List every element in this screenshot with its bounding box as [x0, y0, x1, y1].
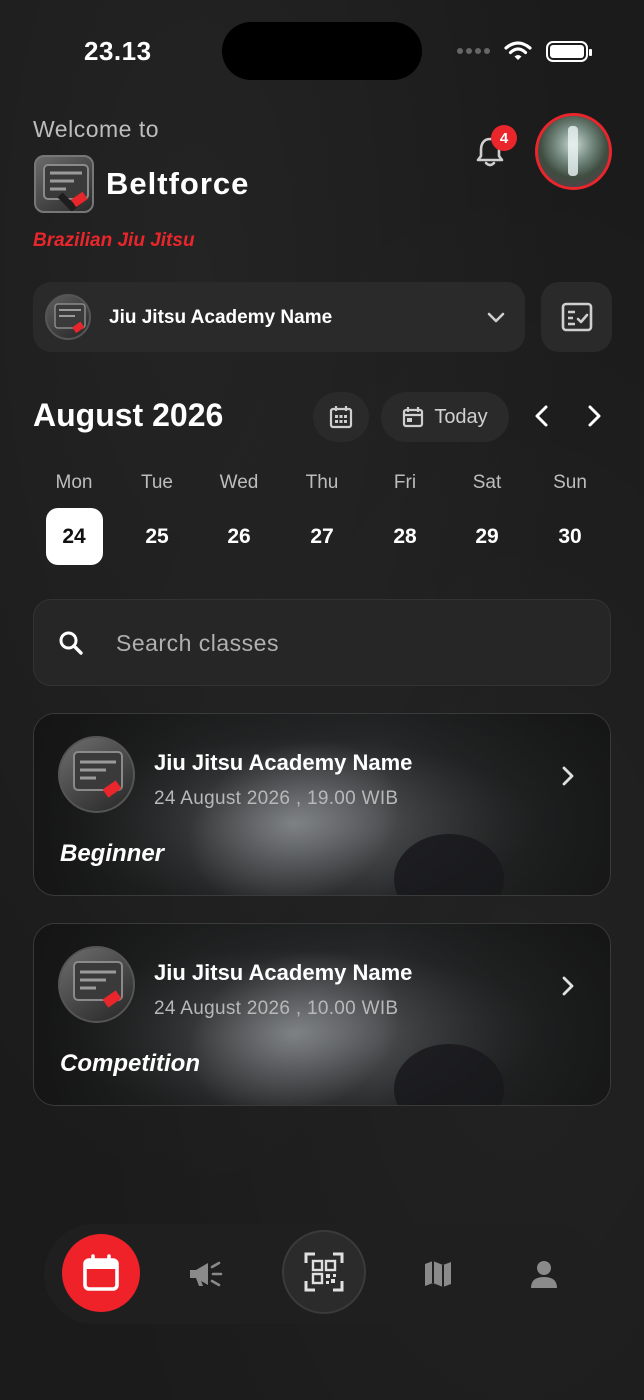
tab-announcements[interactable] [184, 1252, 228, 1296]
search-icon [59, 631, 83, 655]
day-number: 30 [558, 524, 582, 548]
week-strip: Mon 24 Tue 25 Wed 26 Thu 27 Fri 28 Sat 2… [32, 470, 612, 570]
dynamic-island [222, 22, 422, 80]
qr-scan-icon [304, 1252, 344, 1292]
day-fri[interactable]: Fri 28 [375, 470, 435, 565]
signal-icon [457, 48, 490, 54]
tab-calendar[interactable] [62, 1234, 140, 1312]
chevron-right-icon[interactable] [580, 402, 608, 430]
academy-select-label: Jiu Jitsu Academy Name [109, 307, 333, 328]
chevron-right-icon [562, 766, 574, 786]
academy-logo-icon [58, 946, 135, 1023]
day-number: 26 [227, 524, 251, 548]
academy-logo-icon [58, 736, 135, 813]
class-academy-name: Jiu Jitsu Academy Name [154, 750, 413, 775]
class-card[interactable]: Jiu Jitsu Academy Name 24 August 2026 , … [33, 713, 611, 896]
app-screen: 23.13 Welcome to Beltforce Brazilian Jiu… [0, 0, 644, 1400]
megaphone-icon [190, 1261, 223, 1287]
day-number: 24 [45, 508, 103, 565]
search-bar[interactable] [33, 599, 611, 687]
calendar-grid-icon [329, 406, 353, 429]
class-datetime: 24 August 2026 , 10.00 WIB [154, 998, 399, 1019]
class-academy-name: Jiu Jitsu Academy Name [154, 960, 413, 985]
bottom-tab-bar [44, 1224, 600, 1324]
day-name: Mon [55, 472, 93, 493]
day-name: Wed [219, 472, 259, 493]
day-number: 25 [145, 524, 169, 548]
chevron-left-icon[interactable] [528, 402, 556, 430]
chevron-right-icon [562, 976, 574, 996]
day-number: 27 [310, 524, 334, 548]
avatar[interactable] [535, 113, 612, 190]
academy-logo-icon [45, 294, 91, 340]
status-icons [457, 40, 592, 62]
class-level: Competition [60, 1050, 200, 1077]
brand-logo [34, 155, 94, 213]
today-button[interactable]: Today [381, 392, 509, 442]
profile-icon [531, 1261, 557, 1288]
tab-qr-scan[interactable] [282, 1230, 366, 1314]
calendar-today-icon [403, 407, 424, 428]
calendar-picker-button[interactable] [313, 392, 369, 442]
belt-logo-icon [43, 164, 89, 211]
day-name: Tue [140, 472, 174, 493]
day-number: 29 [475, 524, 499, 548]
brand-subtitle: Brazilian Jiu Jitsu [33, 230, 195, 251]
calendar-icon [83, 1254, 119, 1291]
checklist-button[interactable] [541, 282, 612, 352]
search-input[interactable] [116, 600, 586, 687]
checklist-icon [561, 302, 592, 332]
day-sun[interactable]: Sun 30 [540, 470, 600, 565]
day-name: Sat [472, 472, 502, 493]
day-sat[interactable]: Sat 29 [457, 470, 517, 565]
class-card[interactable]: Jiu Jitsu Academy Name 24 August 2026 , … [33, 923, 611, 1106]
day-number: 28 [393, 524, 417, 548]
academy-select[interactable]: Jiu Jitsu Academy Name [33, 282, 525, 352]
tab-profile[interactable] [522, 1252, 566, 1296]
battery-icon [546, 40, 592, 62]
notification-badge: 4 [491, 125, 517, 151]
day-mon[interactable]: Mon 24 [44, 470, 104, 565]
day-name: Sun [553, 472, 587, 493]
day-tue[interactable]: Tue 25 [127, 470, 187, 565]
day-wed[interactable]: Wed 26 [209, 470, 269, 565]
month-title: August 2026 [33, 397, 224, 433]
wifi-icon [504, 41, 532, 60]
brand-name: Beltforce [106, 166, 250, 201]
today-label: Today [434, 405, 488, 428]
tab-map[interactable] [416, 1252, 460, 1296]
welcome-text: Welcome to [33, 116, 160, 142]
day-thu[interactable]: Thu 27 [292, 470, 352, 565]
status-time: 23.13 [84, 36, 152, 66]
day-name: Fri [393, 472, 417, 493]
chevron-down-icon [487, 312, 505, 323]
map-icon [425, 1261, 451, 1287]
day-name: Thu [305, 472, 339, 493]
class-level: Beginner [60, 840, 165, 867]
class-datetime: 24 August 2026 , 19.00 WIB [154, 788, 399, 809]
